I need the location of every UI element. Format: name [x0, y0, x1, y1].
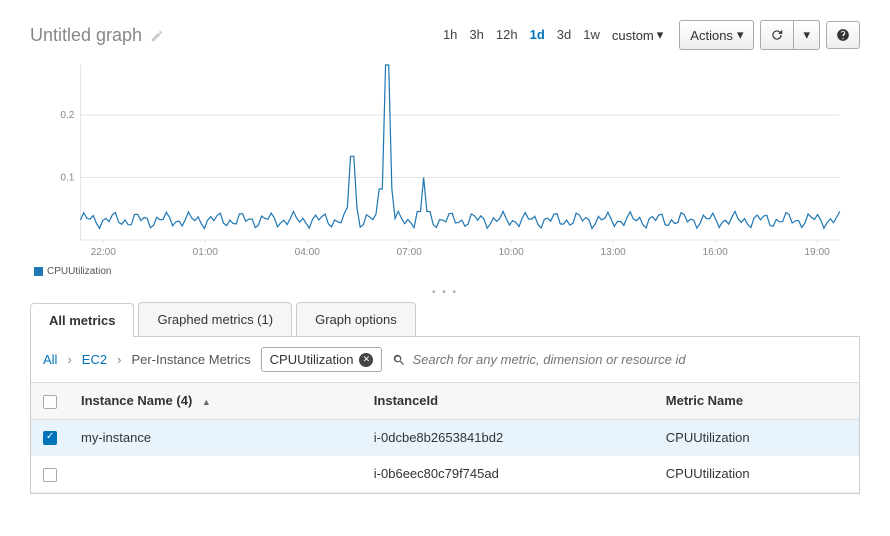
- page-title: Untitled graph: [30, 25, 142, 46]
- edit-title-icon[interactable]: [150, 27, 164, 43]
- svg-text:07:00: 07:00: [397, 247, 423, 258]
- chart-legend: CPUUtilization: [34, 266, 860, 277]
- filter-chip-label: CPUUtilization: [270, 352, 354, 367]
- caret-down-icon: ▾: [737, 27, 744, 43]
- table-row[interactable]: i-0b6eec80c79f745ad CPUUtilization: [31, 456, 859, 493]
- svg-text:19:00: 19:00: [804, 247, 830, 258]
- col-instance-name-label: Instance Name: [81, 393, 173, 408]
- svg-text:13:00: 13:00: [600, 247, 626, 258]
- breadcrumb-per-instance: Per-Instance Metrics: [131, 352, 250, 367]
- filter-chip: CPUUtilization ✕: [261, 347, 383, 372]
- svg-text:01:00: 01:00: [193, 247, 219, 258]
- cell-instance-name: [69, 456, 362, 493]
- tabs: All metrics Graphed metrics (1) Graph op…: [30, 302, 860, 337]
- cell-instance-name: my-instance: [69, 419, 362, 456]
- svg-text:04:00: 04:00: [295, 247, 321, 258]
- breadcrumb-ec2[interactable]: EC2: [82, 352, 107, 367]
- svg-text:22:00: 22:00: [91, 247, 117, 258]
- refresh-button[interactable]: [760, 20, 794, 50]
- filter-chip-remove[interactable]: ✕: [359, 353, 373, 367]
- cell-instance-id: i-0dcbe8b2653841bd2: [362, 419, 654, 456]
- svg-text:16:00: 16:00: [702, 247, 728, 258]
- resize-handle[interactable]: • • •: [30, 287, 860, 298]
- caret-down-icon: ▾: [803, 27, 810, 43]
- row-checkbox[interactable]: [43, 431, 57, 445]
- col-metric-name[interactable]: Metric Name: [654, 383, 859, 419]
- tab-all-metrics[interactable]: All metrics: [30, 303, 134, 337]
- cell-instance-id: i-0b6eec80c79f745ad: [362, 456, 654, 493]
- time-range-group: 1h 3h 12h 1d 3d 1w custom ▾: [443, 27, 663, 43]
- table-row[interactable]: my-instance i-0dcbe8b2653841bd2 CPUUtili…: [31, 419, 859, 456]
- actions-button[interactable]: Actions ▾: [679, 20, 754, 50]
- chart-area[interactable]: 0.1 0.2 22:00 01:00 04:00 07:00 10:00 13:00 16:0…: [40, 60, 850, 260]
- range-1w[interactable]: 1w: [583, 27, 600, 43]
- select-all-checkbox[interactable]: [43, 395, 57, 409]
- svg-text:0.2: 0.2: [60, 110, 74, 121]
- legend-swatch: [34, 267, 43, 276]
- tab-graphed-metrics[interactable]: Graphed metrics (1): [138, 302, 292, 336]
- sort-asc-icon: ▲: [202, 397, 211, 407]
- row-checkbox[interactable]: [43, 468, 57, 482]
- tab-graph-options[interactable]: Graph options: [296, 302, 416, 336]
- range-1d[interactable]: 1d: [530, 27, 545, 43]
- caret-down-icon: ▾: [657, 27, 664, 43]
- metrics-panel: All › EC2 › Per-Instance Metrics CPUUtil…: [30, 337, 860, 494]
- help-icon: [836, 28, 850, 42]
- refresh-icon: [770, 28, 784, 42]
- cell-metric-name: CPUUtilization: [654, 456, 859, 493]
- range-12h[interactable]: 12h: [496, 27, 518, 43]
- metrics-table: Instance Name (4) ▲ InstanceId Metric Na…: [31, 383, 859, 493]
- refresh-options-button[interactable]: ▾: [793, 20, 820, 50]
- search-input[interactable]: [412, 352, 847, 367]
- range-3h[interactable]: 3h: [469, 27, 483, 43]
- range-custom-label: custom: [612, 28, 654, 43]
- cell-metric-name: CPUUtilization: [654, 419, 859, 456]
- col-count: (4): [176, 393, 192, 408]
- actions-label: Actions: [690, 28, 733, 43]
- chevron-right-icon: ›: [117, 352, 121, 367]
- range-3d[interactable]: 3d: [557, 27, 571, 43]
- breadcrumb-root[interactable]: All: [43, 352, 57, 367]
- col-instance-name[interactable]: Instance Name (4) ▲: [69, 383, 362, 419]
- search-icon: [392, 352, 406, 368]
- help-button[interactable]: [826, 21, 860, 49]
- chevron-right-icon: ›: [67, 352, 71, 367]
- svg-text:10:00: 10:00: [499, 247, 525, 258]
- legend-label: CPUUtilization: [47, 266, 111, 277]
- range-custom[interactable]: custom ▾: [612, 27, 663, 43]
- col-instance-id[interactable]: InstanceId: [362, 383, 654, 419]
- range-1h[interactable]: 1h: [443, 27, 457, 43]
- svg-text:0.1: 0.1: [60, 173, 74, 184]
